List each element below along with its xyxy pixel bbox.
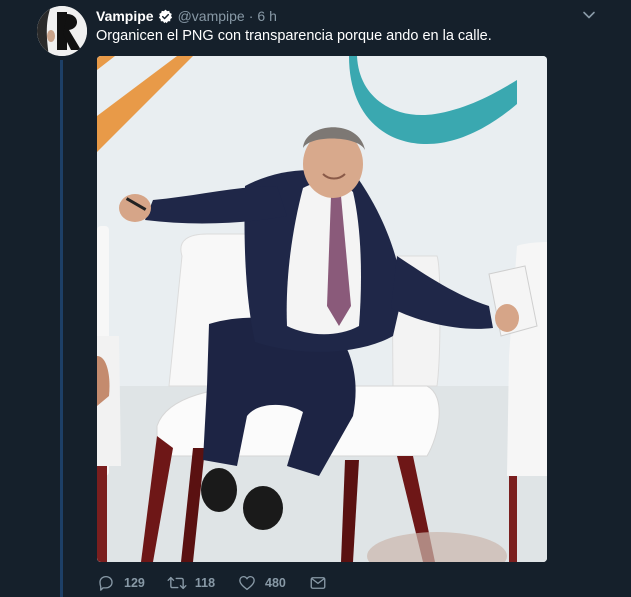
timestamp[interactable]: 6 h [257, 8, 276, 24]
retweet-button[interactable]: 118 [167, 573, 215, 593]
display-name[interactable]: Vampipe [96, 8, 154, 24]
thread-line [60, 60, 63, 597]
more-options-chevron-down-icon[interactable] [580, 6, 598, 24]
handle[interactable]: @vampipe [178, 8, 245, 24]
retweet-count: 118 [194, 576, 216, 590]
heart-icon [237, 573, 257, 593]
tweet-header: Vampipe @vampipe · 6 h [96, 6, 277, 26]
direct-message-button[interactable] [308, 573, 328, 593]
tweet-photo[interactable] [97, 56, 547, 562]
separator-dot: · [248, 8, 254, 24]
envelope-icon [308, 573, 328, 593]
reply-count: 129 [124, 576, 145, 590]
like-button[interactable]: 480 [237, 573, 286, 593]
verified-icon [158, 9, 173, 24]
reply-icon [96, 573, 116, 593]
like-count: 480 [265, 576, 286, 590]
reply-button[interactable]: 129 [96, 573, 145, 593]
tweet-text: Organicen el PNG con transparencia porqu… [96, 28, 492, 44]
retweet-icon [167, 573, 187, 593]
avatar[interactable] [37, 6, 87, 56]
tweet-actions: 129 118 480 [96, 573, 350, 593]
tweet-card[interactable]: Vampipe @vampipe · 6 h Organicen el PNG … [0, 0, 631, 597]
